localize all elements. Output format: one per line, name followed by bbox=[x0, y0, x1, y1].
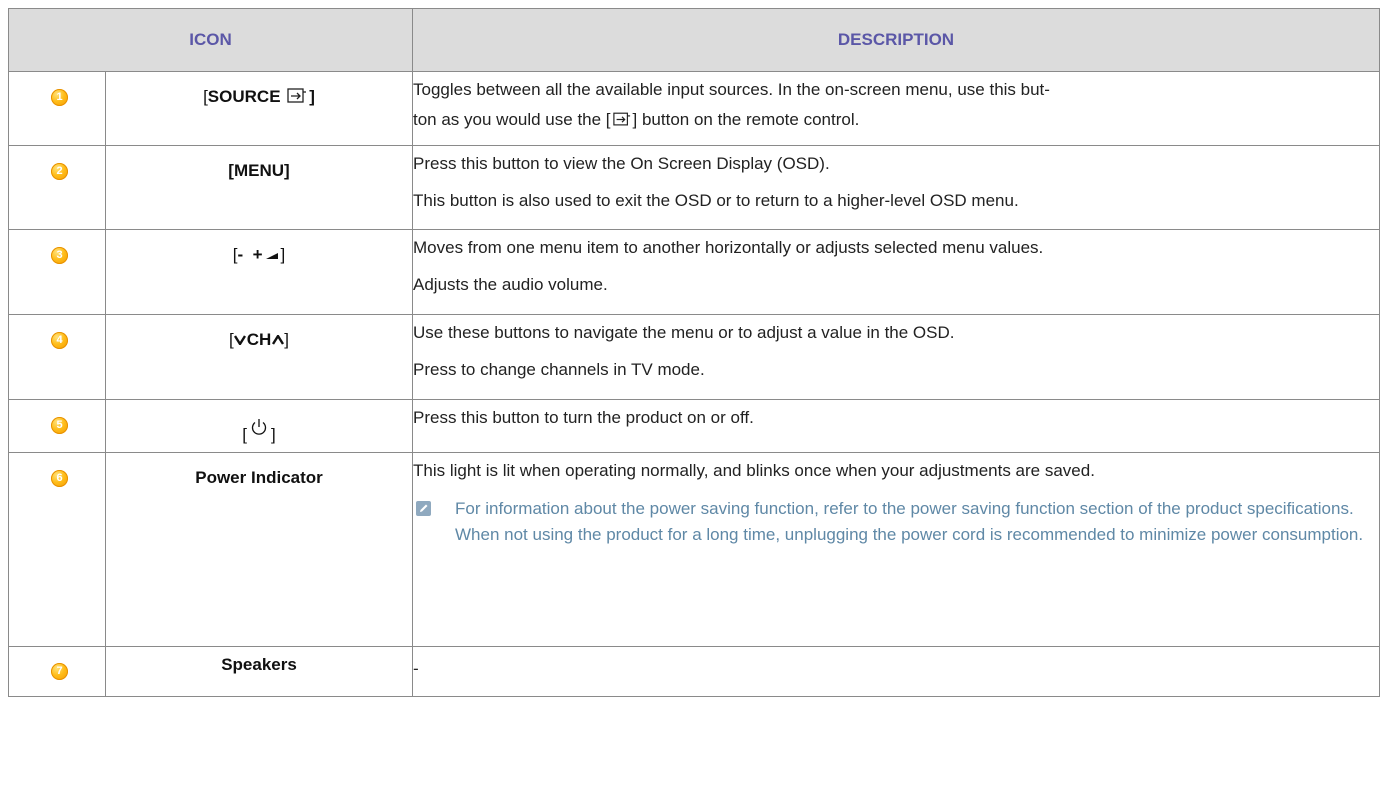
number-badge: 3 bbox=[51, 247, 68, 264]
row-number-cell: 5 bbox=[8, 399, 106, 453]
icon-column-header: ICON bbox=[8, 8, 413, 72]
description-text: - bbox=[413, 659, 419, 678]
number-badge: 4 bbox=[51, 332, 68, 349]
note-icon bbox=[416, 501, 431, 516]
row-number-cell: 7 bbox=[8, 646, 106, 697]
description-text: Press this button to turn the product on… bbox=[413, 408, 754, 427]
menu-button-label: [MENU] bbox=[228, 161, 290, 180]
table-row: 1 [SOURCE ] Toggles between all the avai… bbox=[8, 71, 1380, 146]
description-text: This button is also used to exit the OSD… bbox=[413, 191, 1019, 210]
description-cell: Toggles between all the available input … bbox=[412, 71, 1380, 146]
chevron-up-icon bbox=[272, 333, 285, 345]
number-badge: 2 bbox=[51, 163, 68, 180]
description-text: Moves from one menu item to another hori… bbox=[413, 238, 1044, 257]
description-text: Adjusts the audio volume. bbox=[413, 275, 608, 294]
number-badge: 7 bbox=[51, 663, 68, 680]
table-row: 6 Power Indicator This light is lit when… bbox=[8, 452, 1380, 647]
volume-icon bbox=[265, 253, 278, 259]
description-cell: - bbox=[412, 646, 1380, 697]
number-badge: 5 bbox=[51, 417, 68, 434]
table-row: 2 [MENU] Press this button to view the O… bbox=[8, 145, 1380, 230]
channel-button-label: [ CH ] bbox=[228, 330, 290, 349]
note-text: For information about the power saving f… bbox=[455, 499, 1364, 544]
description-cell: Moves from one menu item to another hori… bbox=[412, 229, 1380, 315]
volume-label-text: - + bbox=[237, 245, 263, 264]
icon-cell: Power Indicator bbox=[105, 452, 413, 647]
table-row: 7 Speakers - bbox=[8, 646, 1380, 697]
description-cell: This light is lit when operating normall… bbox=[412, 452, 1380, 647]
icon-cell: [ ] bbox=[105, 399, 413, 453]
source-icon bbox=[287, 88, 307, 103]
row-number-cell: 6 bbox=[8, 452, 106, 647]
row-number-cell: 2 bbox=[8, 145, 106, 230]
icon-cell: [- + ] bbox=[105, 229, 413, 315]
table-row: 4 [ CH ] Use these buttons to navigate t… bbox=[8, 314, 1380, 400]
description-text: Press to change channels in TV mode. bbox=[413, 360, 705, 379]
icon-cell: Speakers bbox=[105, 646, 413, 697]
description-text: Use these buttons to navigate the menu o… bbox=[413, 323, 955, 342]
description-text: This light is lit when operating normall… bbox=[413, 461, 1095, 480]
controls-table: ICON DESCRIPTION 1 [SOURCE ] Toggles bet… bbox=[8, 8, 1380, 697]
speakers-label: Speakers bbox=[221, 655, 297, 674]
note-block: For information about the power saving f… bbox=[416, 496, 1379, 548]
volume-button-label: [- + ] bbox=[232, 245, 286, 264]
row-number-cell: 4 bbox=[8, 314, 106, 400]
description-text: Toggles between all the available input … bbox=[413, 80, 1050, 129]
power-button-label: [ ] bbox=[242, 418, 276, 445]
table-row: 5 [ ] Press this button to turn the prod… bbox=[8, 399, 1380, 453]
power-icon bbox=[251, 419, 267, 435]
icon-cell: [ CH ] bbox=[105, 314, 413, 400]
icon-cell: [SOURCE ] bbox=[105, 71, 413, 146]
description-column-header: DESCRIPTION bbox=[412, 8, 1380, 72]
description-cell: Press this button to view the On Screen … bbox=[412, 145, 1380, 230]
number-badge: 6 bbox=[51, 470, 68, 487]
number-badge: 1 bbox=[51, 89, 68, 106]
source-icon bbox=[612, 112, 630, 126]
source-button-label: [SOURCE ] bbox=[203, 87, 315, 106]
row-number-cell: 3 bbox=[8, 229, 106, 315]
description-cell: Use these buttons to navigate the menu o… bbox=[412, 314, 1380, 400]
description-text: Press this button to view the On Screen … bbox=[413, 154, 830, 173]
chevron-down-icon bbox=[233, 335, 246, 347]
description-cell: Press this button to turn the product on… bbox=[412, 399, 1380, 453]
table-header-row: ICON DESCRIPTION bbox=[8, 8, 1380, 72]
power-indicator-label: Power Indicator bbox=[195, 468, 323, 487]
table-row: 3 [- + ] Moves from one menu item to ano… bbox=[8, 229, 1380, 315]
icon-cell: [MENU] bbox=[105, 145, 413, 230]
row-number-cell: 1 bbox=[8, 71, 106, 146]
